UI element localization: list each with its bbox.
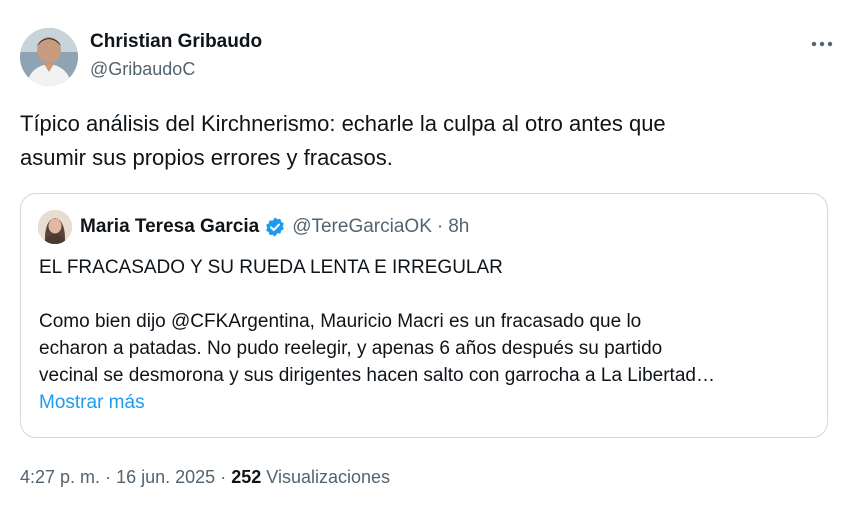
quoted-author-handle: @TereGarciaOK (292, 216, 432, 237)
quoted-tweet-time[interactable]: 8h (448, 216, 469, 238)
separator-dot: · (436, 216, 444, 237)
quoted-text-line: Como bien dijo @CFKArgentina, Mauricio M… (39, 311, 642, 332)
tweet-text-line: asumir sus propios errores y fracasos. (20, 145, 393, 170)
quoted-author-avatar (38, 210, 72, 244)
tweet-text-line: Típico análisis del Kirchnerismo: echarl… (20, 111, 666, 136)
more-options-button[interactable] (804, 30, 840, 58)
quoted-tweet[interactable]: Maria Teresa Garcia @TereGarciaOK · 8h E… (20, 193, 828, 438)
separator-dot: · (220, 467, 227, 487)
quoted-author-avatar-image (38, 210, 72, 244)
author-handle[interactable]: @GribaudoC (90, 57, 262, 81)
tweet-text: Típico análisis del Kirchnerismo: echarl… (20, 107, 820, 175)
quoted-author-name: Maria Teresa Garcia (80, 216, 260, 237)
quoted-text-line: EL FRACASADO Y SU RUEDA LENTA E IRREGULA… (39, 257, 503, 278)
tweet-card: Christian Gribaudo @GribaudoC Típico aná… (0, 0, 862, 515)
quoted-tweet-header: Maria Teresa Garcia @TereGarciaOK · 8h (38, 210, 469, 244)
separator-dot: · (105, 467, 112, 487)
views-label: Visualizaciones (266, 467, 391, 487)
verified-badge-icon (266, 217, 285, 237)
quoted-text-line: vecinal se desmorona y sus dirigentes ha… (39, 365, 715, 386)
tweet-time[interactable]: 4:27 p. m. (20, 467, 100, 487)
show-more-link[interactable]: Mostrar más (39, 389, 829, 416)
more-horizontal-icon (811, 41, 833, 47)
tweet-date[interactable]: 16 jun. 2025 (116, 467, 215, 487)
author-avatar[interactable] (20, 28, 78, 86)
tweet-meta: 4:27 p. m. · 16 jun. 2025 · 252 Visualiz… (20, 467, 390, 488)
quoted-text-line: echaron a patadas. No pudo reelegir, y a… (39, 338, 663, 359)
views-count: 252 (231, 467, 262, 487)
author-avatar-image (20, 28, 78, 86)
quoted-tweet-text: EL FRACASADO Y SU RUEDA LENTA E IRREGULA… (39, 254, 829, 416)
author-name[interactable]: Christian Gribaudo (90, 30, 262, 54)
author-info: Christian Gribaudo @GribaudoC (90, 30, 262, 81)
